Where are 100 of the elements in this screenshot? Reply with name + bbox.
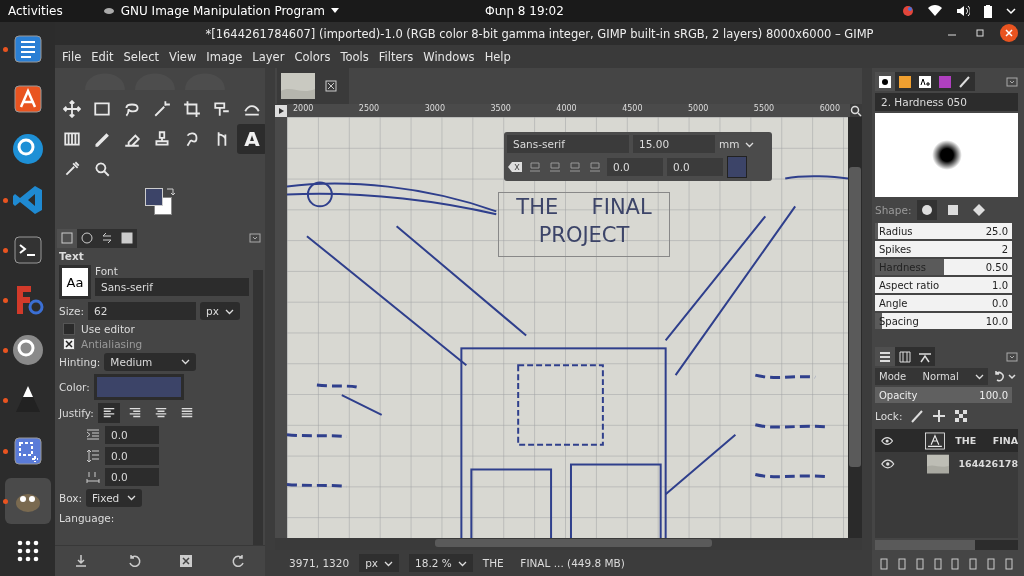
move-lock-icon[interactable]: [932, 409, 947, 423]
language-label: Language:: [59, 512, 116, 524]
baseline-field[interactable]: 0.0: [607, 158, 663, 176]
transform-icon[interactable]: [213, 100, 231, 118]
close-button[interactable]: [1000, 24, 1018, 42]
wand-icon[interactable]: [153, 100, 171, 118]
brush-slider[interactable]: Aspect ratio 1.0: [875, 277, 1012, 293]
pointer-coordinates: 3971, 1320: [289, 557, 350, 569]
spacing-field[interactable]: 0.0: [105, 468, 159, 486]
unit-dropdown[interactable]: px: [359, 554, 399, 572]
font-field[interactable]: Sans-serif: [95, 278, 249, 296]
menu-item[interactable]: File: [57, 49, 87, 64]
letter-spacing-icon: [85, 469, 101, 485]
clock[interactable]: Փտր 8 19:02: [485, 4, 564, 18]
composite-mode-icon[interactable]: [992, 369, 1018, 384]
move-icon[interactable]: [63, 100, 81, 118]
brush-slider[interactable]: Hardness 0.50: [875, 259, 1012, 275]
canvas-text: THE FINAL: [516, 194, 652, 221]
reset-icon[interactable]: [231, 554, 246, 568]
delete-icon[interactable]: [179, 554, 194, 568]
zoom-fit-icon[interactable]: [850, 104, 862, 117]
zoom-icon[interactable]: [93, 160, 111, 178]
stamp-icon[interactable]: [153, 130, 171, 148]
hinting-dropdown[interactable]: Medium: [104, 353, 197, 371]
unit-dropdown[interactable]: px: [200, 302, 240, 320]
text-layer-box[interactable]: THE FINAL PROJECT: [498, 192, 670, 257]
opacity-slider[interactable]: Opacity 100.0: [875, 387, 1012, 403]
checker-lock-icon[interactable]: [954, 409, 969, 423]
menu-item[interactable]: View: [164, 49, 202, 64]
picker-icon[interactable]: [63, 160, 81, 178]
pencil-icon[interactable]: [93, 130, 111, 148]
text-tool[interactable]: A: [237, 124, 267, 154]
kerning-field[interactable]: 0.0: [667, 158, 723, 176]
menu-item[interactable]: Help: [479, 49, 516, 64]
checkbox[interactable]: [63, 323, 75, 335]
layer-action-icon[interactable]: [932, 558, 943, 570]
eye-icon[interactable]: [881, 457, 895, 470]
text-color-button[interactable]: [93, 374, 184, 400]
gradient-icon[interactable]: [63, 130, 81, 148]
size-field[interactable]: 15.00: [633, 135, 715, 153]
activities-button[interactable]: Activities: [8, 4, 63, 18]
spacing-field[interactable]: 0.0: [105, 426, 159, 444]
battery-icon[interactable]: [984, 4, 992, 18]
scrollbar-thumb[interactable]: [849, 167, 861, 467]
volume-icon[interactable]: [956, 5, 970, 17]
clear-style-icon[interactable]: [507, 160, 523, 174]
brush-slider[interactable]: Radius 25.0: [875, 223, 1012, 239]
menu-item[interactable]: Select: [118, 49, 164, 64]
box-label: Box:: [59, 492, 83, 504]
crop-icon[interactable]: [183, 100, 201, 118]
magnifier-app-icon[interactable]: [10, 333, 45, 368]
ruler-label: 3000: [424, 103, 445, 115]
panel-menu-icon[interactable]: [249, 232, 261, 244]
unit-dropdown[interactable]: mm: [719, 138, 755, 150]
layer-action-icon[interactable]: [986, 558, 997, 570]
close-image-icon[interactable]: [325, 80, 337, 92]
layer-action-icon[interactable]: [914, 558, 925, 570]
scrollbar-thumb[interactable]: [435, 539, 712, 547]
wifi-icon[interactable]: [928, 5, 942, 17]
restore-icon[interactable]: [126, 554, 141, 568]
spacing-field[interactable]: 0.0: [105, 447, 159, 465]
box-dropdown[interactable]: Fixed: [86, 489, 143, 507]
save-options-icon[interactable]: [74, 554, 89, 568]
layer-action-icon[interactable]: [1004, 558, 1015, 570]
mode-dropdown[interactable]: Mode Normal: [875, 368, 988, 385]
brush-slider[interactable]: Angle 0.0: [875, 295, 1012, 311]
size-field[interactable]: 62: [88, 302, 197, 320]
quick-mask-icon[interactable]: [275, 104, 287, 117]
eye-icon[interactable]: [881, 434, 894, 447]
layer-row[interactable]: 164426178: [875, 452, 1018, 475]
zoom-dropdown[interactable]: 18.2 %: [409, 554, 473, 572]
scrollbar-thumb[interactable]: [875, 540, 976, 550]
panel-menu-icon[interactable]: [1006, 350, 1018, 363]
checkbox[interactable]: [63, 338, 75, 350]
layer-action-icon[interactable]: [878, 558, 889, 570]
font-preview[interactable]: Aa: [59, 265, 91, 299]
rect-select-icon[interactable]: [93, 100, 111, 118]
menu-item[interactable]: Image: [201, 49, 248, 64]
canvas-text: PROJECT: [538, 222, 630, 249]
menu-item[interactable]: Colors: [289, 49, 336, 64]
dock-item[interactable]: [4, 477, 51, 524]
caret-icon[interactable]: [1006, 7, 1016, 15]
layer-action-icon[interactable]: [950, 558, 961, 570]
line-spacing-icon: [85, 448, 101, 464]
layer-action-icon[interactable]: [968, 558, 979, 570]
menu-item[interactable]: Tools: [335, 49, 374, 64]
layer-row[interactable]: THE FINA: [875, 429, 1018, 452]
panel-menu-icon[interactable]: [1006, 75, 1018, 88]
app-indicator-icon[interactable]: [902, 5, 914, 17]
brush-slider[interactable]: Spikes 2: [875, 241, 1012, 257]
help-app-icon[interactable]: [10, 132, 45, 167]
menu-item[interactable]: Filters: [373, 49, 419, 64]
menu-item[interactable]: Layer: [247, 49, 290, 64]
brush-lock-icon[interactable]: [910, 409, 925, 423]
app-menu[interactable]: GNU Image Manipulation Program: [102, 4, 339, 18]
text-color-button[interactable]: [727, 156, 747, 178]
menu-item[interactable]: Windows: [418, 49, 480, 64]
menu-item[interactable]: Edit: [86, 49, 119, 64]
layer-action-icon[interactable]: [896, 558, 907, 570]
font-field[interactable]: Sans-serif: [507, 135, 629, 153]
